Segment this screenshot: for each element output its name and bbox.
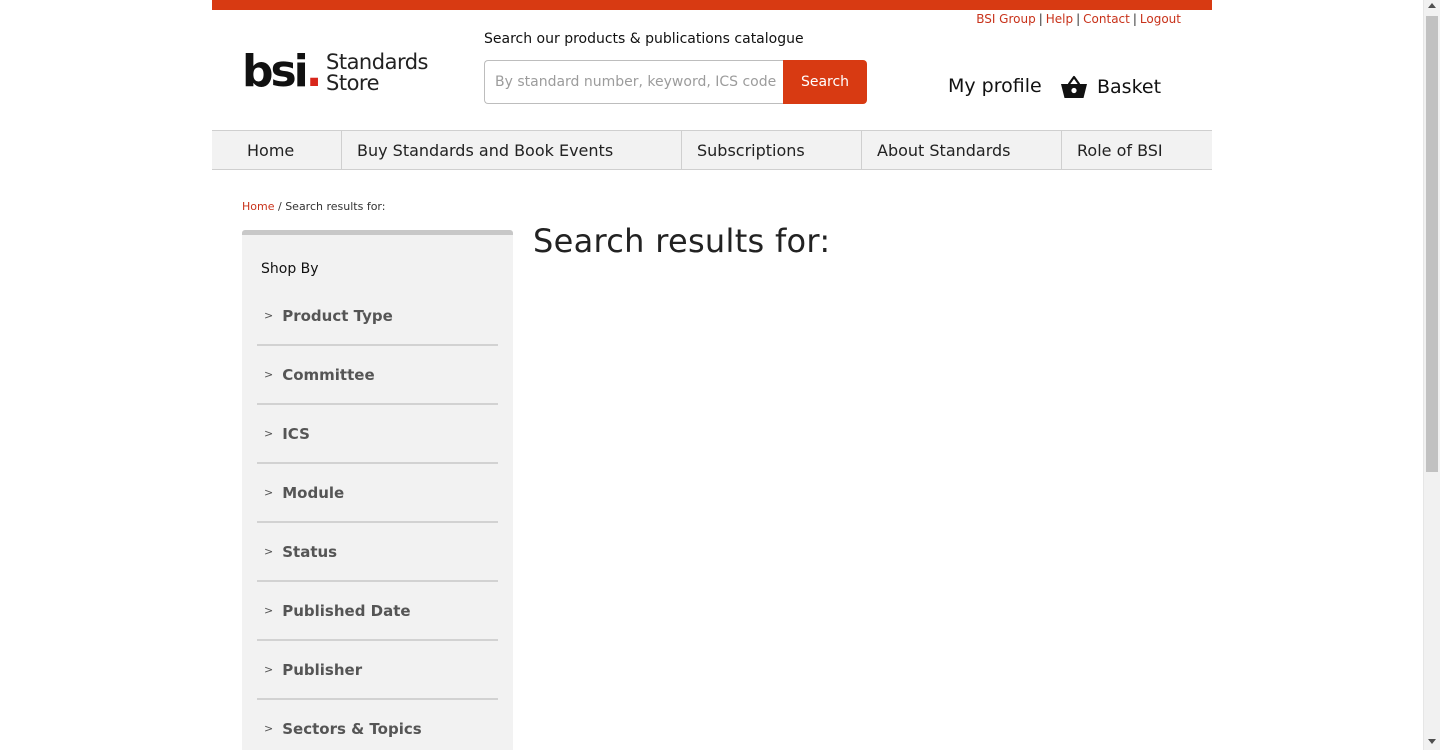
- shop-by-title: Shop By: [261, 261, 319, 277]
- search-button[interactable]: Search: [783, 60, 867, 104]
- search-label: Search our products & publications catal…: [484, 31, 804, 47]
- filter-publisher[interactable]: > Publisher: [257, 641, 498, 700]
- filter-published-date[interactable]: > Published Date: [257, 582, 498, 641]
- filter-sectors-topics[interactable]: > Sectors & Topics: [257, 700, 498, 750]
- bsi-logo[interactable]: bsi. Standards Store: [242, 48, 432, 98]
- bsi-group-link[interactable]: BSI Group: [976, 12, 1036, 26]
- filter-label: Module: [282, 483, 345, 502]
- logo-mark-text: bsi: [242, 46, 309, 97]
- filter-label: ICS: [282, 424, 310, 443]
- logo-mark: bsi.: [242, 46, 323, 97]
- filter-label: Published Date: [282, 601, 411, 620]
- basket-icon: [1061, 75, 1087, 98]
- basket-label: Basket: [1097, 76, 1162, 98]
- main-nav: Home Buy Standards and Book Events Subsc…: [212, 130, 1212, 170]
- breadcrumb-home-link[interactable]: Home: [242, 200, 274, 213]
- filter-label: Committee: [282, 365, 375, 384]
- nav-item-about-standards[interactable]: About Standards: [862, 131, 1062, 169]
- basket-link[interactable]: Basket: [1060, 72, 1161, 102]
- logo-line-2: Store: [326, 71, 380, 95]
- filter-label: Sectors & Topics: [282, 719, 422, 738]
- top-accent-bar: [212, 0, 1212, 10]
- separator: |: [1132, 12, 1137, 26]
- logo-dot: .: [305, 46, 323, 97]
- chevron-right-icon: >: [264, 545, 274, 558]
- filter-label: Product Type: [282, 306, 393, 325]
- logout-link[interactable]: Logout: [1140, 12, 1181, 26]
- my-profile-link[interactable]: My profile: [948, 75, 1042, 97]
- scrollbar-thumb[interactable]: [1426, 16, 1438, 472]
- chevron-right-icon: >: [264, 368, 274, 381]
- filter-ics[interactable]: > ICS: [257, 405, 498, 464]
- filter-module[interactable]: > Module: [257, 464, 498, 523]
- separator: |: [1038, 12, 1043, 26]
- filter-status[interactable]: > Status: [257, 523, 498, 582]
- utility-links: BSI Group | Help | Contact | Logout: [976, 12, 1181, 26]
- scroll-down-arrow-icon[interactable]: [1428, 739, 1436, 744]
- scroll-up-arrow-icon[interactable]: [1428, 3, 1436, 8]
- chevron-right-icon: >: [264, 309, 274, 322]
- shop-by-sidebar: Shop By > Product Type > Committee > ICS…: [242, 230, 513, 750]
- chevron-right-icon: >: [264, 427, 274, 440]
- contact-link[interactable]: Contact: [1083, 12, 1130, 26]
- chevron-right-icon: >: [264, 663, 274, 676]
- filter-label: Publisher: [282, 660, 363, 679]
- page-title: Search results for:: [533, 222, 831, 260]
- logo-text: Standards Store: [326, 52, 428, 94]
- chevron-right-icon: >: [264, 486, 274, 499]
- chevron-right-icon: >: [264, 722, 274, 735]
- filter-product-type[interactable]: > Product Type: [257, 287, 498, 346]
- breadcrumb: Home / Search results for:: [242, 200, 385, 213]
- nav-item-buy-standards[interactable]: Buy Standards and Book Events: [342, 131, 682, 169]
- help-link[interactable]: Help: [1046, 12, 1073, 26]
- breadcrumb-separator: /: [274, 200, 286, 213]
- breadcrumb-current: Search results for:: [285, 200, 386, 213]
- nav-item-home[interactable]: Home: [212, 131, 342, 169]
- chevron-right-icon: >: [264, 604, 274, 617]
- nav-item-subscriptions[interactable]: Subscriptions: [682, 131, 862, 169]
- nav-item-role-of-bsi[interactable]: Role of BSI: [1062, 131, 1212, 169]
- vertical-scrollbar[interactable]: [1423, 0, 1440, 750]
- filter-committee[interactable]: > Committee: [257, 346, 498, 405]
- page: BSI Group | Help | Contact | Logout bsi. Stand…: [212, 0, 1212, 750]
- separator: |: [1076, 12, 1081, 26]
- filter-label: Status: [282, 542, 338, 561]
- search-input[interactable]: [484, 60, 786, 104]
